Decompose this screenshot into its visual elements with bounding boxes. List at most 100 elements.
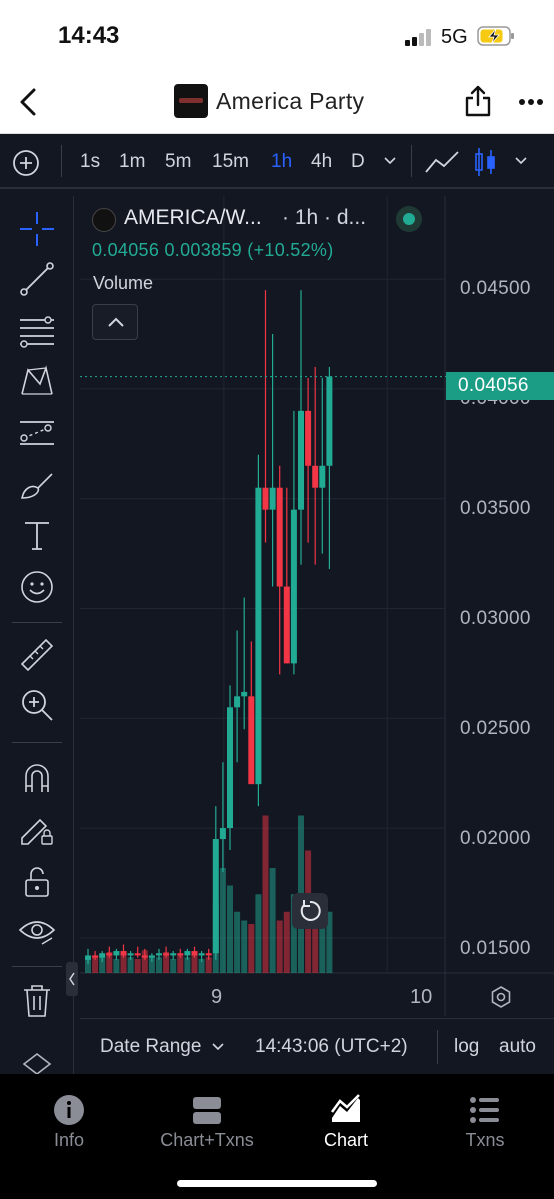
timeframe-toolbar: 1s 1m 5m 15m 1h 4h D bbox=[0, 135, 554, 189]
price-change-value: 0.003859 bbox=[164, 240, 242, 260]
signal-strength-icon bbox=[405, 28, 433, 46]
symbol-interval: · 1h · d... bbox=[282, 206, 367, 229]
gear-icon[interactable] bbox=[489, 985, 513, 1009]
forecast-tool-icon[interactable] bbox=[18, 414, 56, 452]
back-arrow-icon[interactable] bbox=[14, 84, 44, 120]
line-chart-icon[interactable] bbox=[424, 148, 460, 176]
pattern-tool-icon[interactable] bbox=[18, 362, 56, 400]
chevron-down-icon[interactable] bbox=[515, 157, 527, 165]
candle-body bbox=[227, 707, 233, 829]
fib-retracement-icon[interactable] bbox=[18, 312, 56, 350]
candle-body bbox=[305, 410, 312, 466]
crosshair-icon[interactable] bbox=[18, 210, 56, 248]
toolbar-divider bbox=[12, 622, 62, 623]
candle-body bbox=[241, 691, 248, 697]
price-axis-label: 0.03500 bbox=[460, 498, 531, 519]
auto-scale-toggle[interactable]: auto bbox=[499, 1036, 536, 1058]
price-change-row: 0.04056 0.003859 (+10.52%) bbox=[92, 240, 334, 261]
toolbar-divider bbox=[12, 742, 62, 743]
volume-bar bbox=[234, 911, 241, 973]
candle-body bbox=[298, 410, 304, 510]
tab-label: Chart+Txns bbox=[160, 1130, 254, 1150]
volume-bar bbox=[170, 959, 177, 973]
tab-info[interactable]: Info bbox=[0, 1074, 138, 1164]
price-axis-label: 0.02000 bbox=[460, 828, 531, 849]
candle-body bbox=[191, 951, 198, 956]
timeframe-d[interactable]: D bbox=[351, 151, 365, 173]
add-indicator-icon[interactable] bbox=[12, 149, 40, 177]
chevron-down-icon[interactable] bbox=[384, 157, 396, 165]
tab-label: Info bbox=[53, 1130, 85, 1150]
candle-body bbox=[163, 953, 170, 956]
tab-chart[interactable]: Chart bbox=[277, 1074, 415, 1164]
volume-bar bbox=[283, 911, 290, 973]
share-icon[interactable] bbox=[464, 84, 492, 118]
more-options-icon[interactable] bbox=[518, 98, 544, 106]
tab-chart-txns[interactable]: Chart+Txns bbox=[138, 1074, 276, 1164]
time-axis-label: 10 bbox=[410, 986, 433, 1008]
symbol-name: AMERICA/W... bbox=[124, 206, 262, 229]
candle-body bbox=[248, 696, 255, 785]
trend-line-icon[interactable] bbox=[18, 260, 56, 298]
candle-body bbox=[148, 955, 155, 958]
layers-icon[interactable] bbox=[22, 1052, 52, 1074]
reset-icon bbox=[300, 900, 321, 921]
toolbar-divider bbox=[61, 145, 62, 177]
tab-label: Txns bbox=[465, 1130, 505, 1150]
candle-body bbox=[134, 953, 141, 956]
drawing-toolbar bbox=[0, 196, 74, 1076]
candle-body bbox=[312, 465, 319, 488]
volume-bar bbox=[269, 868, 276, 973]
price-change-percent: (+10.52%) bbox=[247, 240, 334, 260]
volume-bar bbox=[120, 955, 127, 973]
candle-body bbox=[85, 955, 91, 960]
info-icon bbox=[54, 1095, 84, 1125]
candle-body bbox=[283, 586, 290, 664]
collapse-toolbar-handle[interactable] bbox=[66, 962, 78, 996]
volume-bar bbox=[113, 959, 120, 973]
list-icon bbox=[470, 1097, 499, 1123]
candle-body bbox=[269, 487, 276, 510]
timeframe-1s[interactable]: 1s bbox=[80, 151, 100, 173]
tab-label: Chart bbox=[323, 1130, 368, 1150]
candle-body bbox=[276, 487, 283, 587]
emoji-icon[interactable] bbox=[18, 568, 56, 606]
candle-body bbox=[255, 487, 262, 785]
timeframe-5m[interactable]: 5m bbox=[165, 151, 191, 173]
zoom-in-icon[interactable] bbox=[18, 686, 56, 724]
timeframe-4h[interactable]: 4h bbox=[311, 151, 332, 173]
timeframe-1h[interactable]: 1h bbox=[271, 151, 292, 173]
volume-bar bbox=[219, 868, 226, 973]
candle-body bbox=[326, 376, 333, 466]
text-tool-icon[interactable] bbox=[18, 516, 56, 554]
tab-txns[interactable]: Txns bbox=[416, 1074, 554, 1164]
timeframe-15m[interactable]: 15m bbox=[212, 151, 249, 173]
trash-icon[interactable] bbox=[18, 982, 56, 1020]
candle-body bbox=[184, 951, 191, 956]
collapse-legend-button[interactable] bbox=[92, 304, 138, 340]
unlock-icon[interactable] bbox=[18, 862, 56, 900]
candlestick-chart-icon[interactable] bbox=[474, 146, 496, 178]
volume-indicator-label[interactable]: Volume bbox=[93, 273, 153, 294]
candle-body bbox=[113, 951, 120, 956]
battery-charging-icon bbox=[477, 26, 514, 46]
ruler-icon[interactable] bbox=[18, 636, 56, 674]
lock-drawing-icon[interactable] bbox=[18, 810, 56, 848]
split-view-icon bbox=[193, 1097, 221, 1124]
status-time: 14:43 bbox=[58, 22, 120, 49]
date-range-button[interactable]: Date Range bbox=[100, 1036, 225, 1058]
volume-bar bbox=[177, 955, 184, 973]
log-scale-toggle[interactable]: log bbox=[454, 1036, 479, 1058]
app-header: America Party bbox=[0, 70, 554, 134]
magnet-icon[interactable] bbox=[18, 758, 56, 796]
reset-chart-button[interactable] bbox=[292, 893, 328, 929]
timeframe-1m[interactable]: 1m bbox=[119, 151, 145, 173]
network-type: 5G bbox=[441, 26, 468, 48]
candle-body bbox=[234, 696, 241, 708]
clock-timezone[interactable]: 14:43:06 (UTC+2) bbox=[255, 1036, 408, 1058]
eye-icon[interactable] bbox=[18, 912, 56, 950]
brush-icon[interactable] bbox=[18, 466, 56, 504]
price-axis-label: 0.01500 bbox=[460, 938, 531, 959]
price-axis-label: 0.04500 bbox=[460, 278, 531, 299]
candle-body bbox=[319, 465, 326, 488]
